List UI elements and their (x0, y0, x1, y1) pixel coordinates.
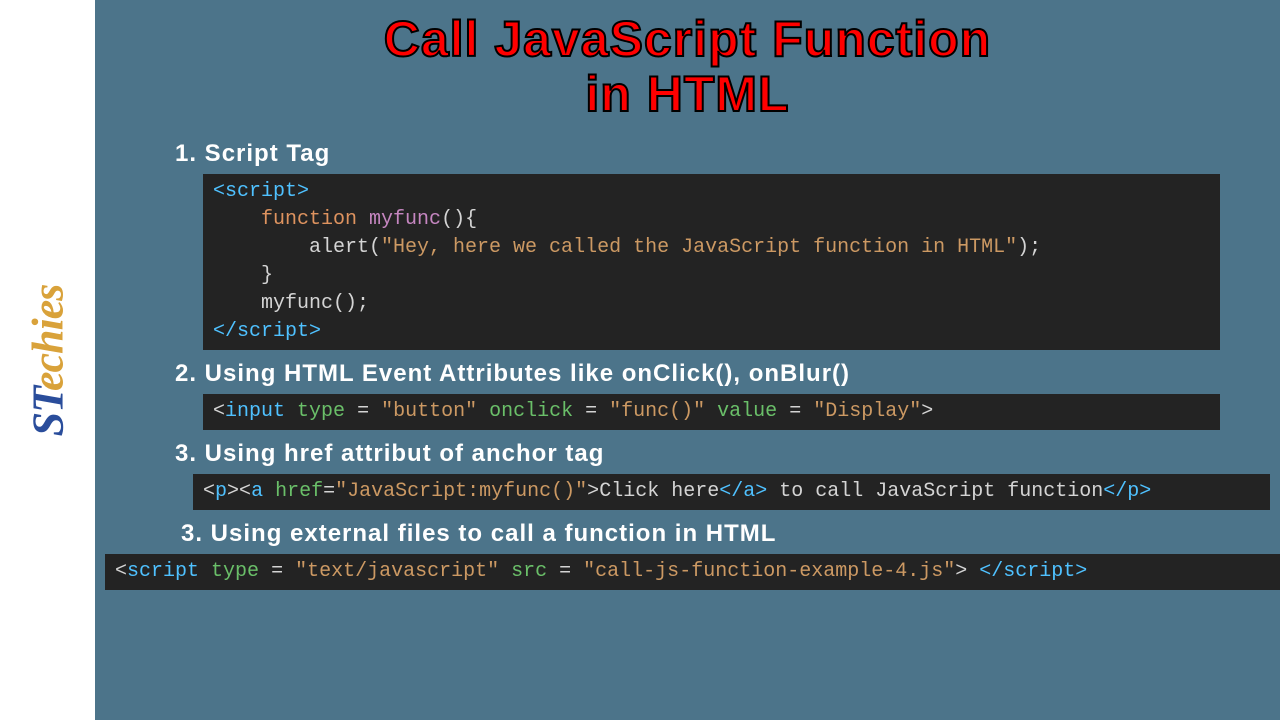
section-2-heading: 2. Using HTML Event Attributes like onCl… (175, 360, 1220, 388)
logo-part-1: ST (23, 391, 72, 436)
section-4-code: <script type = "text/javascript" src = "… (105, 554, 1280, 590)
logo: STechies (22, 284, 73, 436)
sidebar: STechies (0, 0, 95, 720)
section-3-code: <p><a href="JavaScript:myfunc()">Click h… (193, 474, 1270, 510)
section-1-code: <script> function myfunc(){ alert("Hey, … (203, 174, 1220, 350)
content: 1. Script Tag <script> function myfunc()… (95, 140, 1280, 590)
section-1-heading: 1. Script Tag (175, 140, 1220, 168)
title-line-1: Call JavaScript Function (95, 12, 1280, 67)
page-title: Call JavaScript Function in HTML (95, 12, 1280, 122)
title-line-2: in HTML (95, 67, 1280, 122)
main-panel: Call JavaScript Function in HTML 1. Scri… (95, 0, 1280, 720)
section-4-heading: 3. Using external files to call a functi… (181, 520, 1220, 548)
section-3-heading: 3. Using href attribut of anchor tag (175, 440, 1220, 468)
logo-part-2: echies (23, 284, 72, 390)
section-2-code: <input type = "button" onclick = "func()… (203, 394, 1220, 430)
